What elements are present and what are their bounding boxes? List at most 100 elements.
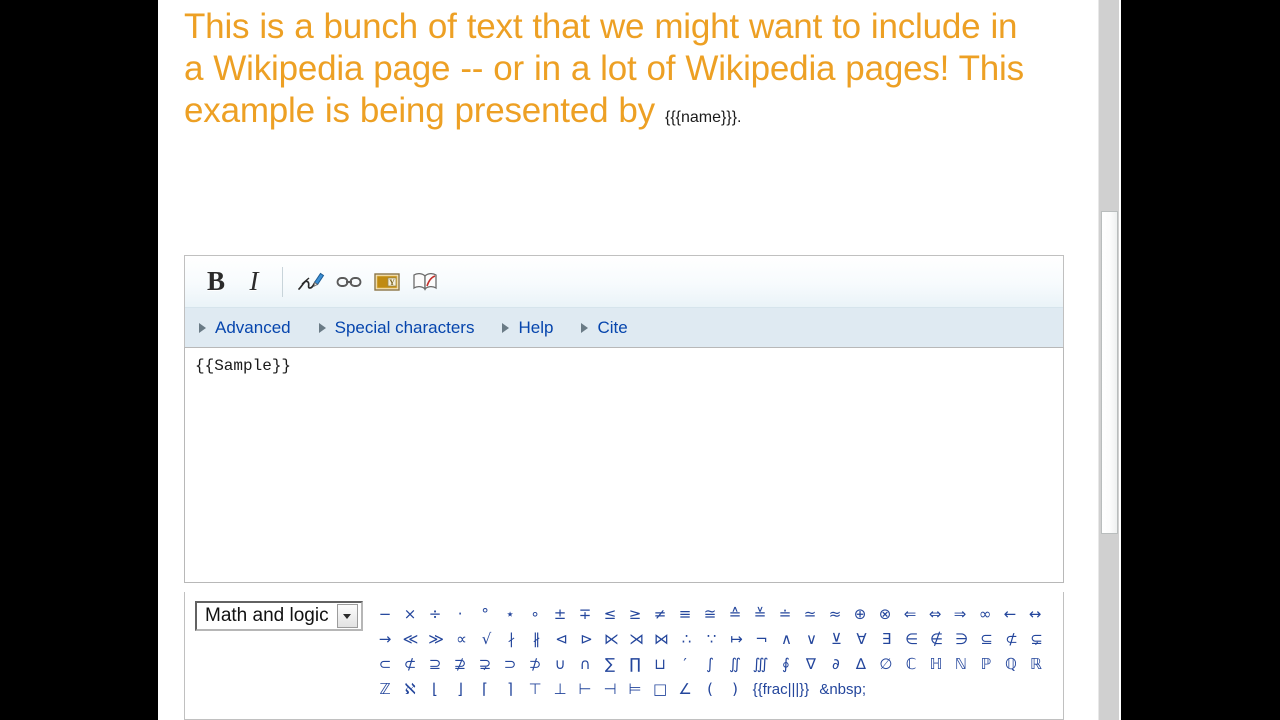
special-character-39[interactable]: ∴: [674, 627, 699, 652]
special-character-88[interactable]: ⊥: [548, 677, 573, 702]
special-character-0[interactable]: −: [373, 602, 398, 627]
special-character-18[interactable]: ≈: [823, 602, 848, 627]
tab-cite[interactable]: Cite: [581, 318, 628, 338]
tab-advanced[interactable]: Advanced: [199, 318, 291, 338]
special-character-97[interactable]: &nbsp;: [814, 677, 871, 702]
wikitext-textarea[interactable]: [184, 347, 1064, 583]
special-character-61[interactable]: ∪: [548, 652, 573, 677]
special-character-7[interactable]: ±: [548, 602, 573, 627]
special-character-55[interactable]: ⊄: [398, 652, 423, 677]
special-character-38[interactable]: ⋈: [649, 627, 674, 652]
special-character-35[interactable]: ⊳: [574, 627, 599, 652]
special-character-21[interactable]: ⇐: [898, 602, 923, 627]
special-character-51[interactable]: ⊆: [974, 627, 999, 652]
special-character-56[interactable]: ⊇: [423, 652, 448, 677]
special-character-66[interactable]: ′: [673, 652, 698, 677]
special-character-81[interactable]: ℤ: [373, 677, 398, 702]
special-character-15[interactable]: ≚: [748, 602, 773, 627]
special-character-6[interactable]: ∘: [523, 602, 548, 627]
bold-button[interactable]: B: [197, 263, 235, 301]
tab-special-characters[interactable]: Special characters: [318, 318, 474, 338]
special-character-57[interactable]: ⊉: [448, 652, 473, 677]
special-character-5[interactable]: ⋆: [498, 602, 523, 627]
special-character-58[interactable]: ⊋: [473, 652, 498, 677]
special-character-10[interactable]: ≥: [623, 602, 648, 627]
special-character-16[interactable]: ≐: [773, 602, 798, 627]
special-character-80[interactable]: ℝ: [1023, 652, 1048, 677]
special-character-3[interactable]: ·: [448, 602, 473, 627]
special-character-95[interactable]: ): [723, 677, 748, 702]
special-character-42[interactable]: ¬: [749, 627, 774, 652]
special-character-63[interactable]: ∑: [598, 652, 623, 677]
special-character-30[interactable]: ∝: [449, 627, 474, 652]
link-button[interactable]: [330, 263, 368, 301]
special-character-52[interactable]: ⊄: [999, 627, 1024, 652]
special-character-86[interactable]: ⌉: [498, 677, 523, 702]
signature-button[interactable]: [292, 263, 330, 301]
tab-help[interactable]: Help: [502, 318, 553, 338]
special-character-43[interactable]: ∧: [774, 627, 799, 652]
special-character-12[interactable]: ≡: [673, 602, 698, 627]
special-character-64[interactable]: ∏: [623, 652, 648, 677]
special-character-36[interactable]: ⋉: [599, 627, 624, 652]
special-character-13[interactable]: ≅: [698, 602, 723, 627]
special-character-29[interactable]: ≫: [423, 627, 449, 652]
special-character-72[interactable]: ∂: [823, 652, 848, 677]
special-character-60[interactable]: ⊅: [523, 652, 548, 677]
italic-button[interactable]: I: [235, 263, 273, 301]
special-character-41[interactable]: ↦: [724, 627, 749, 652]
special-character-74[interactable]: ∅: [873, 652, 898, 677]
special-character-54[interactable]: ⊂: [373, 652, 398, 677]
special-character-2[interactable]: ÷: [423, 602, 448, 627]
special-character-65[interactable]: ⊔: [648, 652, 673, 677]
special-character-9[interactable]: ≤: [598, 602, 623, 627]
special-character-78[interactable]: ℙ: [973, 652, 998, 677]
special-character-76[interactable]: ℍ: [923, 652, 948, 677]
special-character-8[interactable]: ∓: [573, 602, 598, 627]
embedded-file-button[interactable]: Y: [368, 263, 406, 301]
special-character-77[interactable]: ℕ: [948, 652, 973, 677]
special-character-1[interactable]: ×: [398, 602, 423, 627]
special-character-49[interactable]: ∉: [924, 627, 949, 652]
special-character-45[interactable]: ⊻: [824, 627, 849, 652]
special-character-70[interactable]: ∮: [773, 652, 798, 677]
special-character-93[interactable]: ∠: [673, 677, 698, 702]
special-character-73[interactable]: ∆: [848, 652, 873, 677]
reference-button[interactable]: [406, 263, 444, 301]
special-character-71[interactable]: ∇: [798, 652, 823, 677]
special-character-62[interactable]: ∩: [573, 652, 598, 677]
special-character-28[interactable]: ≪: [398, 627, 424, 652]
special-character-37[interactable]: ⋊: [624, 627, 649, 652]
special-character-33[interactable]: ∦: [524, 627, 549, 652]
special-character-14[interactable]: ≙: [723, 602, 748, 627]
special-character-31[interactable]: √: [474, 627, 499, 652]
special-character-50[interactable]: ∋: [949, 627, 974, 652]
special-character-4[interactable]: °: [473, 602, 498, 627]
special-character-23[interactable]: ⇒: [948, 602, 973, 627]
special-character-67[interactable]: ∫: [698, 652, 723, 677]
special-character-89[interactable]: ⊢: [573, 677, 598, 702]
special-character-17[interactable]: ≃: [798, 602, 823, 627]
special-character-53[interactable]: ⊊: [1024, 627, 1049, 652]
special-character-82[interactable]: ℵ: [398, 677, 423, 702]
special-character-83[interactable]: ⌊: [423, 677, 448, 702]
special-character-48[interactable]: ∈: [899, 627, 924, 652]
special-character-44[interactable]: ∨: [799, 627, 824, 652]
special-character-20[interactable]: ⊗: [873, 602, 898, 627]
special-character-96[interactable]: {{frac|||}}: [748, 677, 815, 702]
special-character-22[interactable]: ⇔: [923, 602, 948, 627]
vertical-scrollbar-track[interactable]: [1098, 0, 1119, 720]
special-characters-group-select[interactable]: Math and logic: [195, 601, 363, 631]
special-character-19[interactable]: ⊕: [848, 602, 873, 627]
special-character-79[interactable]: ℚ: [998, 652, 1023, 677]
special-character-46[interactable]: ∀: [849, 627, 874, 652]
special-character-92[interactable]: □: [648, 677, 673, 702]
special-character-90[interactable]: ⊣: [598, 677, 623, 702]
special-character-84[interactable]: ⌋: [448, 677, 473, 702]
special-character-69[interactable]: ∭: [748, 652, 774, 677]
special-character-94[interactable]: (: [698, 677, 723, 702]
special-character-24[interactable]: ∞: [973, 602, 998, 627]
special-character-40[interactable]: ∵: [699, 627, 724, 652]
special-character-75[interactable]: ℂ: [898, 652, 923, 677]
special-character-32[interactable]: ∤: [499, 627, 524, 652]
